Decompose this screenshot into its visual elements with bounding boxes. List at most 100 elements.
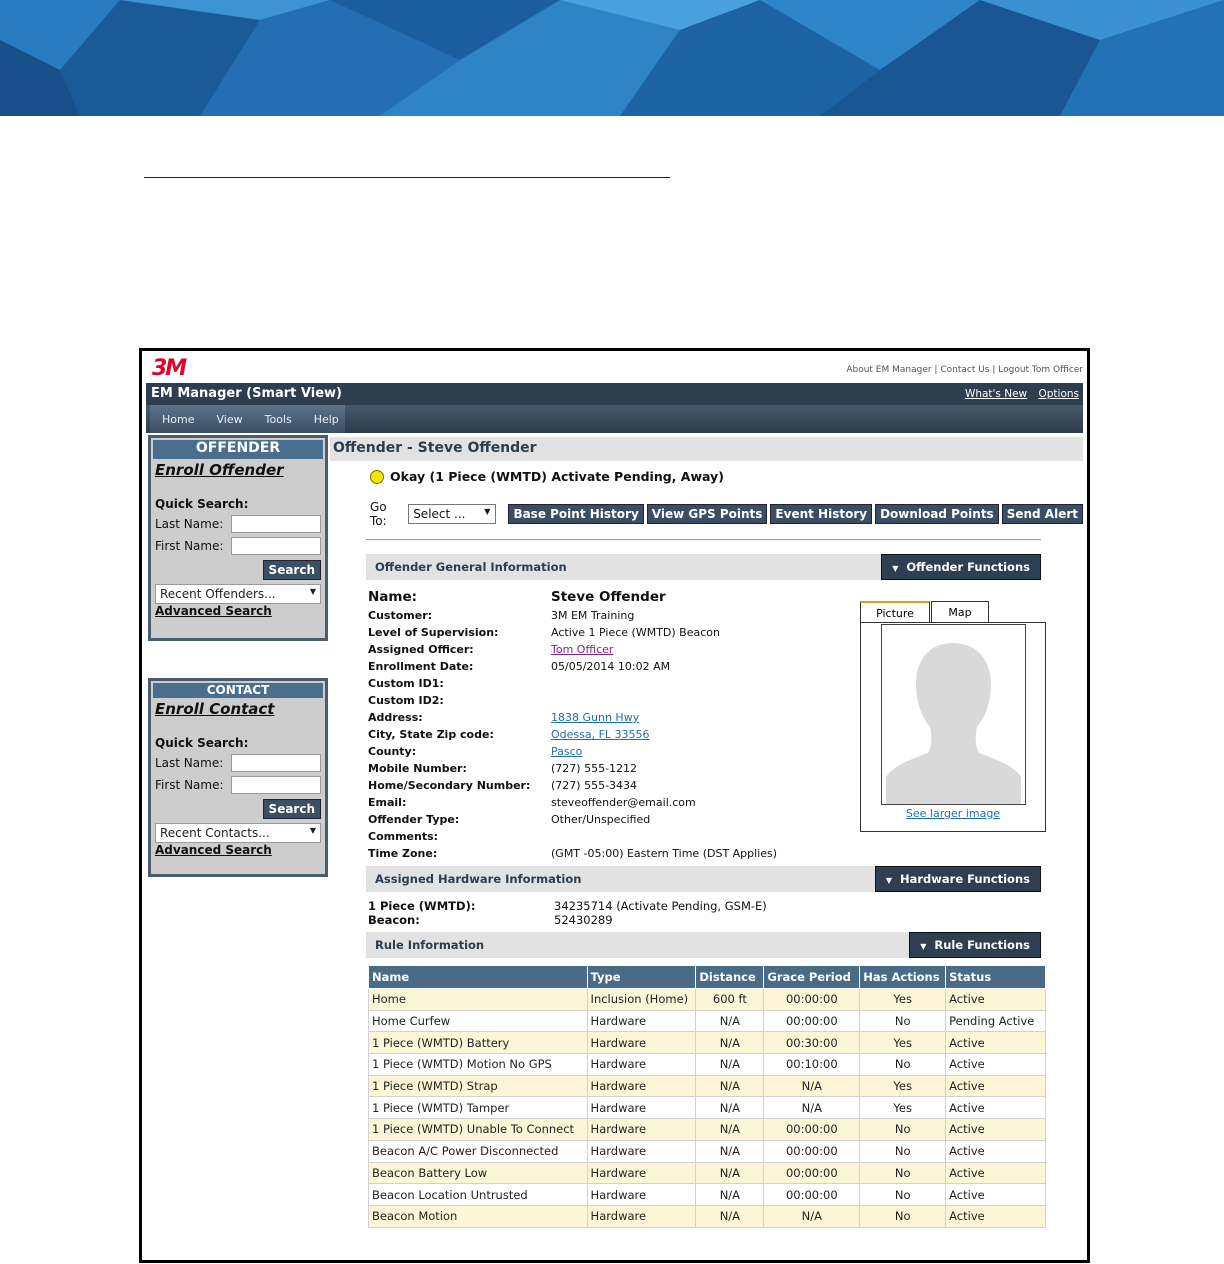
table-cell: Beacon Location Untrusted (368, 1183, 588, 1206)
rules-table: Name Type Distance Grace Period Has Acti… (368, 965, 1046, 1228)
table-row[interactable]: 1 Piece (WMTD) Unable To Connect Hardware… (368, 1118, 1046, 1141)
table-row[interactable]: Beacon Location Untrusted Hardware N/A 00:0… (368, 1183, 1046, 1206)
caret-down-icon: ▼ (920, 942, 927, 951)
goto-select[interactable]: Select ... ▼ (408, 504, 497, 524)
table-row[interactable]: Beacon Battery Low Hardware N/A 00:00:00 No A… (368, 1161, 1046, 1185)
city-state-zip-link[interactable]: Odessa, FL 33556 (551, 728, 650, 741)
table-cell: 00:00:00 (763, 1161, 861, 1185)
recent-offenders-select[interactable]: Recent Offenders... ▼ (155, 584, 321, 604)
contact-advanced-search-link[interactable]: Advanced Search (155, 843, 325, 857)
goto-select-value: Select ... (413, 507, 466, 521)
table-cell: Hardware (586, 1204, 697, 1228)
table-cell: 00:00:00 (763, 1183, 861, 1206)
column-header-name[interactable]: Name (368, 965, 588, 989)
options-link[interactable]: Options (1038, 388, 1079, 400)
offender-search-button[interactable]: Search (262, 560, 321, 580)
hardware-label: 1 Piece (WMTD): (368, 899, 476, 913)
info-value: 05/05/2014 10:02 AM (551, 660, 671, 673)
info-row: Level of Supervision: Active 1 Piece (WMT… (368, 624, 848, 641)
table-cell: N/A (695, 1009, 765, 1033)
first-name-row: First Name: (155, 537, 321, 555)
about-link[interactable]: About EM Manager (846, 365, 931, 375)
table-cell: Hardware (586, 1183, 697, 1206)
table-cell: N/A (695, 1096, 765, 1120)
info-row: Email: steveoffender@email.com (368, 794, 848, 811)
recent-contacts-select[interactable]: Recent Contacts... ▼ (155, 823, 321, 843)
see-larger-image-link[interactable]: See larger image (861, 807, 1045, 820)
table-row[interactable]: Home Curfew Hardware N/A 00:00:00 No Pending … (368, 1009, 1046, 1033)
contact-first-name-input[interactable] (230, 776, 321, 794)
table-row[interactable]: 1 Piece (WMTD) Battery Hardware N/A 00:30:0… (368, 1031, 1046, 1055)
county-link[interactable]: Pasco (551, 745, 582, 758)
offender-panel: OFFENDER Enroll Offender Quick Search: L… (148, 435, 328, 641)
status-indicator-icon (370, 469, 384, 484)
download-points-button[interactable]: Download Points (875, 504, 999, 524)
view-gps-points-button[interactable]: View GPS Points (646, 504, 768, 524)
whats-new-link[interactable]: What's New (965, 388, 1027, 400)
enroll-offender-link[interactable]: Enroll Offender (155, 461, 321, 479)
send-alert-button[interactable]: Send Alert (1001, 504, 1083, 524)
menu-tools[interactable]: Tools (265, 413, 292, 426)
menu-bar: Home View Tools Help (146, 405, 1083, 433)
contact-search-button[interactable]: Search (262, 799, 321, 819)
column-header-has-actions[interactable]: Has Actions (859, 965, 947, 989)
assigned-officer-link[interactable]: Tom Officer (551, 643, 613, 656)
column-header-grace-period[interactable]: Grace Period (763, 965, 861, 989)
hardware-info-title: Assigned Hardware Information (375, 872, 582, 886)
menu-home[interactable]: Home (162, 413, 194, 426)
event-history-button[interactable]: Event History (770, 504, 873, 524)
info-value: Active 1 Piece (WMTD) Beacon (551, 626, 720, 639)
table-row[interactable]: 1 Piece (WMTD) Tamper Hardware N/A N/A Yes Ac… (368, 1096, 1046, 1120)
contact-us-link[interactable]: Contact Us (940, 365, 989, 375)
menu-help[interactable]: Help (314, 413, 339, 426)
title-links: What's New Options (957, 388, 1079, 400)
offender-photo (881, 624, 1026, 805)
table-cell: Hardware (586, 1139, 697, 1163)
table-cell: Beacon Battery Low (368, 1161, 588, 1185)
contact-last-name-input[interactable] (230, 754, 321, 772)
menu-view[interactable]: View (216, 413, 242, 426)
tab-picture[interactable]: Picture (860, 601, 930, 623)
table-row[interactable]: Beacon Motion Hardware N/A N/A No Active (368, 1204, 1046, 1228)
table-row[interactable]: Beacon A/C Power Disconnected Hardware N/A… (368, 1139, 1046, 1163)
table-cell: Hardware (586, 1074, 697, 1098)
offender-first-name-input[interactable] (230, 537, 321, 555)
offender-functions-label: Offender Functions (906, 560, 1030, 574)
table-row[interactable]: 1 Piece (WMTD) Motion No GPS Hardware N/A 0… (368, 1053, 1046, 1076)
logout-link[interactable]: Logout Tom Officer (998, 365, 1083, 375)
status-row: Okay (1 Piece (WMTD) Activate Pending, A… (370, 469, 724, 484)
offender-advanced-search-link[interactable]: Advanced Search (155, 604, 325, 618)
table-cell: Active (945, 988, 1046, 1011)
table-row[interactable]: Home Inclusion (Home) 600 ft 00:00:00 Yes Act… (368, 988, 1046, 1011)
recent-offenders-value: Recent Offenders... (160, 587, 276, 601)
offender-panel-heading: OFFENDER (153, 440, 323, 459)
base-point-history-button[interactable]: Base Point History (508, 504, 644, 524)
table-cell: 00:00:00 (763, 1009, 861, 1033)
table-cell: 1 Piece (WMTD) Motion No GPS (368, 1053, 588, 1076)
table-cell: No (859, 1118, 947, 1141)
info-label: City, State Zip code: (368, 728, 494, 741)
table-cell: N/A (695, 1161, 765, 1185)
column-header-type[interactable]: Type (586, 965, 697, 989)
column-header-status[interactable]: Status (945, 965, 1046, 989)
table-row[interactable]: 1 Piece (WMTD) Strap Hardware N/A N/A Yes Act… (368, 1074, 1046, 1098)
tab-map[interactable]: Map (931, 601, 989, 623)
column-header-distance[interactable]: Distance (695, 965, 765, 989)
first-name-label: First Name: (155, 539, 224, 553)
table-cell: Hardware (586, 1031, 697, 1055)
address-link[interactable]: 1838 Gunn Hwy (551, 711, 639, 724)
contact-last-name-row: Last Name: (155, 754, 321, 772)
table-cell: Hardware (586, 1096, 697, 1120)
section-divider (366, 539, 1041, 540)
goto-row: Go To: Select ... ▼ Base Point History V… (370, 500, 1083, 528)
info-label: County: (368, 745, 417, 758)
hardware-functions-button[interactable]: ▼ Hardware Functions (874, 866, 1041, 892)
offender-functions-button[interactable]: ▼ Offender Functions (881, 554, 1041, 580)
table-cell: Hardware (586, 1009, 697, 1033)
info-row: Address: 1838 Gunn Hwy (368, 709, 848, 726)
page-title-bar: Offender - Steve Offender (330, 437, 1083, 461)
offender-last-name-input[interactable] (230, 515, 321, 533)
rule-functions-button[interactable]: ▼ Rule Functions (909, 932, 1041, 958)
enroll-contact-link[interactable]: Enroll Contact (155, 700, 321, 718)
table-cell: Yes (859, 988, 947, 1011)
